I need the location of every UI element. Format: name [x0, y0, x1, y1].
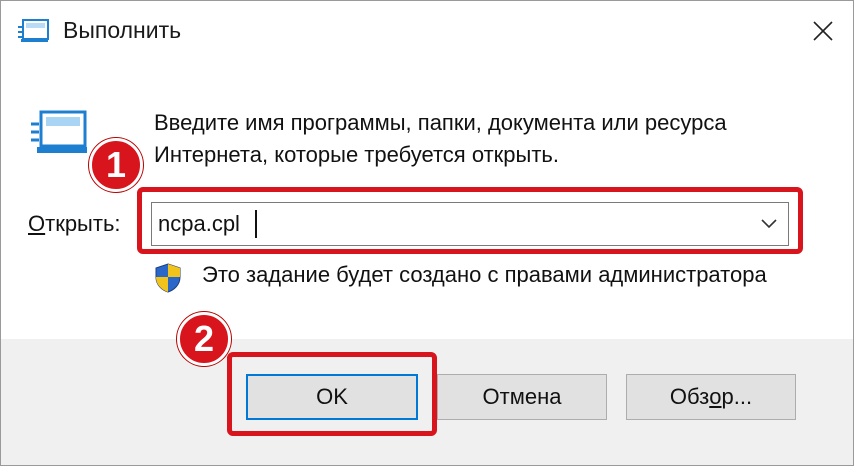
- window-title: Выполнить: [63, 17, 182, 43]
- step-2-badge: 2: [177, 312, 231, 366]
- description-line-2: Интернета, которые требуется открыть.: [154, 142, 559, 167]
- close-button[interactable]: [801, 11, 845, 51]
- admin-note: Это задание будет создано с правами адми…: [202, 262, 767, 287]
- run-icon: [18, 18, 50, 44]
- browse-button[interactable]: Обз о р...: [626, 374, 796, 420]
- browse-label-accelerator: о: [709, 384, 722, 409]
- browse-label-post: р...: [721, 384, 753, 409]
- description-line-1: Введите имя программы, папки, документа …: [154, 110, 727, 135]
- close-icon: [813, 21, 833, 41]
- highlight-command-input: [137, 187, 803, 254]
- highlight-ok-button: [227, 352, 437, 436]
- step-1-number: 1: [105, 144, 127, 185]
- browse-label-pre: Обз: [669, 384, 710, 409]
- run-dialog: Выполнить Введите имя программы, папки, …: [0, 0, 854, 466]
- cancel-button-label: Отмена: [482, 384, 562, 409]
- step-2-number: 2: [193, 318, 215, 359]
- open-label: Открыть:: [28, 211, 121, 237]
- open-label-accelerator: О: [28, 211, 46, 236]
- open-label-text: ткрыть:: [45, 211, 121, 236]
- dialog-description: Введите имя программы, папки, документа …: [154, 107, 727, 171]
- step-1-badge: 1: [89, 138, 143, 192]
- cancel-button[interactable]: Отмена: [437, 374, 607, 420]
- uac-shield-icon: [154, 263, 182, 293]
- run-program-icon: [31, 108, 89, 160]
